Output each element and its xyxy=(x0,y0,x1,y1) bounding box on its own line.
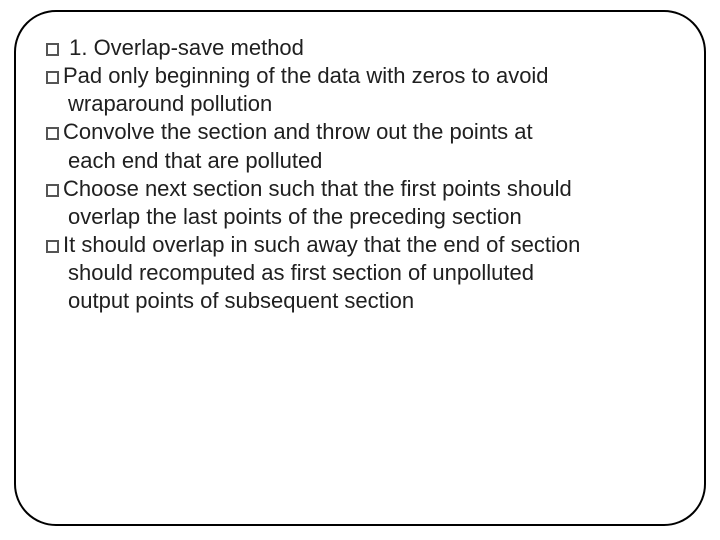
bullet-lead-line: Choose next section such that the first … xyxy=(46,175,674,203)
checkbox-icon xyxy=(46,43,59,56)
bullet-item: Convolve the section and throw out the p… xyxy=(46,118,674,174)
bullet-item: Pad only beginning of the data with zero… xyxy=(46,62,674,118)
bullet-text: Choose next section such that the first … xyxy=(63,176,572,201)
bullet-continuation: overlap the last points of the preceding… xyxy=(46,203,674,231)
bullet-continuation: should recomputed as first section of un… xyxy=(46,259,674,287)
bullet-text: Convolve the section and throw out the p… xyxy=(63,119,533,144)
checkbox-icon xyxy=(46,184,59,197)
bullet-text: 1. Overlap-save method xyxy=(63,35,304,60)
bullet-lead-line: Convolve the section and throw out the p… xyxy=(46,118,674,146)
content-area: 1. Overlap-save method Pad only beginnin… xyxy=(46,34,674,316)
bullet-lead-line: Pad only beginning of the data with zero… xyxy=(46,62,674,90)
bullet-item: Choose next section such that the first … xyxy=(46,175,674,231)
bullet-lead-line: 1. Overlap-save method xyxy=(46,34,674,62)
bullet-item: It should overlap in such away that the … xyxy=(46,231,674,315)
bullet-text: It should overlap in such away that the … xyxy=(63,232,580,257)
checkbox-icon xyxy=(46,127,59,140)
checkbox-icon xyxy=(46,240,59,253)
checkbox-icon xyxy=(46,71,59,84)
slide: 1. Overlap-save method Pad only beginnin… xyxy=(0,0,720,540)
bullet-text: Pad only beginning of the data with zero… xyxy=(63,63,549,88)
slide-frame: 1. Overlap-save method Pad only beginnin… xyxy=(14,10,706,526)
bullet-lead-line: It should overlap in such away that the … xyxy=(46,231,674,259)
bullet-item: 1. Overlap-save method xyxy=(46,34,674,62)
bullet-continuation: output points of subsequent section xyxy=(46,287,674,315)
bullet-continuation: each end that are polluted xyxy=(46,147,674,175)
bullet-continuation: wraparound pollution xyxy=(46,90,674,118)
